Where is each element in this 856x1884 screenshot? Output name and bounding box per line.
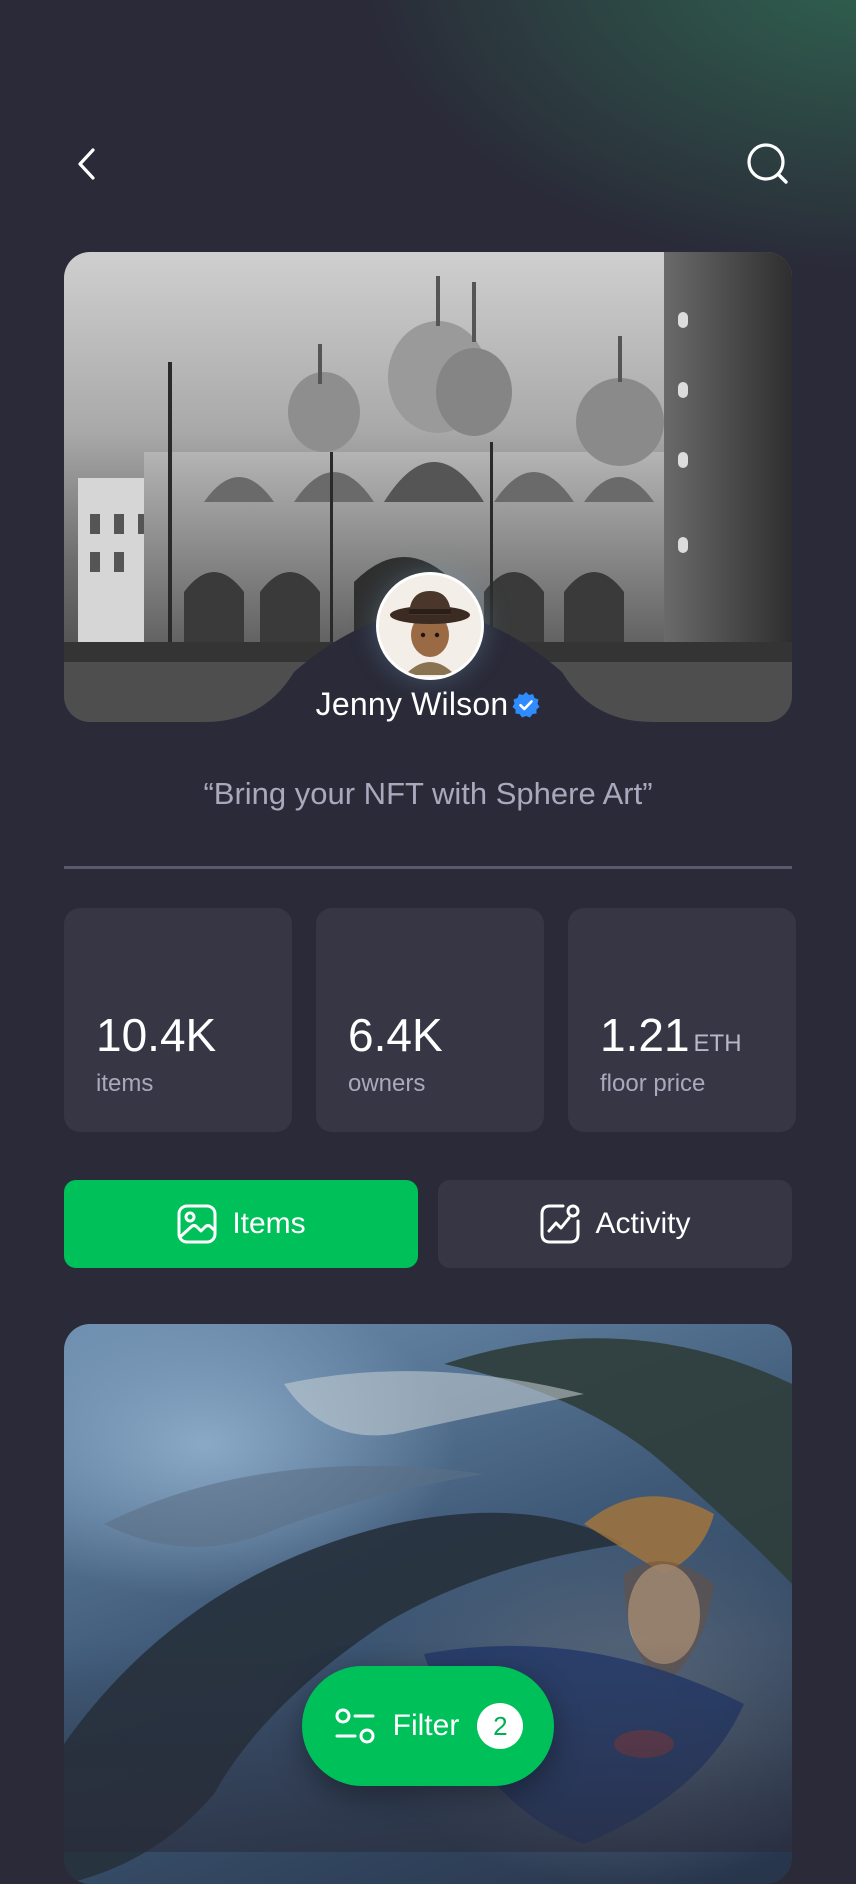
nft-artwork-card[interactable]	[64, 1324, 792, 1884]
search-button[interactable]	[736, 132, 800, 196]
stat-card-owners: 6.4K owners	[316, 908, 544, 1132]
activity-chart-icon	[539, 1203, 581, 1245]
tab-activity[interactable]: Activity	[438, 1180, 792, 1268]
stat-card-items: 10.4K items	[64, 908, 292, 1132]
stat-value: 6.4K	[348, 1009, 443, 1061]
avatar-illustration	[379, 575, 481, 677]
stat-label: floor price	[600, 1070, 706, 1097]
stat-unit: ETH	[693, 1030, 742, 1057]
filter-count-badge: 2	[477, 1703, 524, 1749]
image-icon	[176, 1203, 218, 1245]
stat-label: owners	[348, 1070, 426, 1097]
divider	[64, 866, 792, 869]
back-button[interactable]	[56, 132, 120, 196]
stat-label: items	[96, 1070, 154, 1097]
tab-items[interactable]: Items	[64, 1180, 418, 1268]
verified-badge-icon	[512, 690, 540, 727]
filter-sliders-icon	[333, 1704, 377, 1748]
search-icon	[747, 143, 788, 184]
tab-items-label: Items	[232, 1207, 306, 1240]
filter-button[interactable]: Filter 2	[302, 1666, 554, 1786]
tab-activity-label: Activity	[595, 1207, 691, 1240]
profile-bio: “Bring your NFT with Sphere Art”	[203, 776, 653, 811]
chevron-left-icon	[78, 148, 95, 180]
profile-name-row: Jenny Wilson	[0, 686, 856, 727]
stat-value: 10.4K	[96, 1009, 217, 1061]
avatar[interactable]	[376, 572, 484, 680]
angel-painting-illustration	[64, 1338, 792, 1884]
stat-card-floor-price: 1.21 ETH floor price	[568, 908, 796, 1132]
profile-name: Jenny Wilson	[315, 686, 509, 722]
filter-label: Filter	[392, 1709, 460, 1742]
stat-value: 1.21 ETH	[600, 1009, 742, 1061]
